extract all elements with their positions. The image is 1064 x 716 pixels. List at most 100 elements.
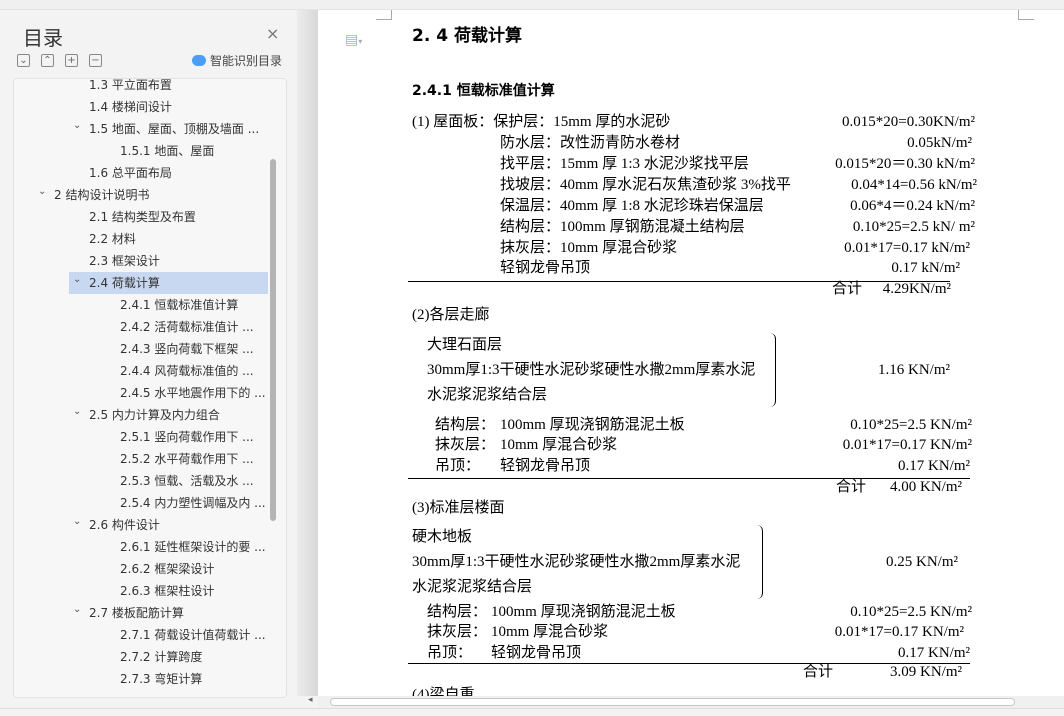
toc-item[interactable]: 2.6 构件设计 [89,514,160,536]
load-value: 0.10*25=2.5 KN/m² [850,604,972,620]
total-value: 3.09 KN/m² [890,664,962,680]
block-line: 水泥浆泥浆结合层 [412,579,533,595]
scroll-left-icon[interactable]: ◂ [308,695,313,705]
load-row-label: 轻钢龙骨吊顶 [500,260,591,276]
load-value: 0.10*25=2.5 kN/ m² [852,219,975,235]
block-line: 30mm厚1:3干硬性水泥砂浆硬性水撒2mm厚素水泥 [412,554,741,570]
expand-all-button[interactable]: ⌄ [17,54,30,67]
load-value: 0.01*17=0.17 KN/m² [834,624,964,640]
load-value: 0.015*20=0.30KN/m² [842,114,975,130]
load-row-label: 抹灰层：10mm 厚混合砂浆 [500,240,678,256]
load-value: 0.015*20＝0.30 kN/m² [835,156,975,172]
chevron-down-icon[interactable]: ⌄ [38,186,46,197]
toc-item[interactable]: 2.1 结构类型及布置 [89,206,196,228]
toc-item[interactable]: 1.4 楼梯间设计 [89,96,172,118]
toc-item[interactable]: 2.5.3 恒载、活载及水 ... [120,470,254,492]
toc-item[interactable]: 2.4.3 竖向荷载下框架 ... [120,338,254,360]
chevron-down-icon[interactable]: ⌄ [73,406,81,417]
total-rule [408,281,950,282]
toc-title: 目录 [23,26,63,50]
panel-splitter[interactable] [297,10,318,696]
total-label: 合计 [832,281,863,297]
horizontal-scroll-thumb[interactable] [330,698,1015,706]
total-rule [408,478,970,479]
load-row-label: 结构层：100mm 厚钢筋混凝土结构层 [500,219,745,235]
remove-item-button[interactable]: − [89,54,102,67]
toc-item[interactable]: 1.5 地面、屋面、顶棚及墙面 ... [89,118,259,140]
load-row-desc: 轻钢龙骨吊顶 [491,645,582,661]
toc-item[interactable]: 2.4.4 风荷载标准值的 ... [120,360,254,382]
total-value: 4.00 KN/m² [890,479,962,495]
section-title: (2)各层走廊 [412,307,490,323]
toc-scrollbar[interactable] [270,159,276,521]
chevron-down-icon[interactable]: ⌄ [73,274,81,285]
load-row-desc: 10mm 厚混合砂浆 [500,437,618,453]
toc-item[interactable]: 2.5.1 竖向荷载作用下 ... [120,426,254,448]
toc-item[interactable]: 2.4 荷载计算 [89,272,160,294]
total-rule [408,663,970,664]
toc-item[interactable]: 2.6.3 框架柱设计 [120,580,214,602]
load-row-label: 结构层： [427,604,488,620]
toc-item[interactable]: 2.4.5 水平地震作用下的 ... [120,382,266,404]
toc-item[interactable]: 2.7.1 荷载设计值荷载计 ... [120,624,266,646]
toc-item[interactable]: 2.6.2 框架梁设计 [120,558,214,580]
toc-item[interactable]: 2.4.1 恒载标准值计算 [120,294,238,316]
paragraph-menu-icon[interactable]: ▤▾ [345,32,362,48]
section-heading: 2. 4 荷载计算 [412,26,522,46]
toc-item[interactable]: 2.5.4 内力塑性调幅及内 ... [120,492,266,514]
section-title: (3)标准层楼面 [412,500,505,516]
toc-item[interactable]: 1.3 平立面布置 [89,79,172,96]
load-row-desc: 100mm 厚现浇钢筋混泥土板 [500,417,685,433]
toc-item[interactable]: 2.7.2 计算跨度 [120,646,202,668]
chevron-down-icon[interactable]: ⌄ [73,604,81,615]
toc-item[interactable]: 2.5 内力计算及内力组合 [89,404,220,426]
brace [768,333,776,407]
toc-item[interactable]: 2.6.1 延性框架设计的要 ... [120,536,266,558]
chevron-down-icon[interactable]: ⌄ [73,120,81,131]
toc-item[interactable]: 2.5.2 水平荷载作用下 ... [120,448,254,470]
collapse-all-button[interactable]: ⌃ [41,54,54,67]
block-line: 水泥浆泥浆结合层 [427,387,548,403]
add-item-button[interactable]: + [65,54,78,67]
document-page: ▤▾ 2. 4 荷载计算 2.4.1 恒载标准值计算 (1) 屋面板：保护层：15m… [318,10,1064,696]
total-label: 合计 [836,479,867,495]
load-value: 0.17 kN/m² [891,260,960,276]
toc-sidebar: 目录 × ⌄ ⌃ + − 智能识别目录 1.3 平立面布置 1.4 楼梯间设计 1.… [0,10,297,706]
block-line: 30mm厚1:3干硬性水泥砂浆硬性水撒2mm厚素水泥 [427,362,756,378]
load-row-label: 找平层：15mm 厚 1:3 水泥沙浆找平层 [500,156,749,172]
toc-item[interactable]: 2.2 材料 [89,228,136,250]
close-icon[interactable]: × [266,24,279,43]
load-row-label: 抹灰层： [427,624,488,640]
load-row-desc: 10mm 厚混合砂浆 [491,624,609,640]
toc-tree: 1.3 平立面布置 1.4 楼梯间设计 1.5 地面、屋面、顶棚及墙面 ... ⌄ 1.… [13,78,287,698]
toc-item[interactable]: 2.7 楼板配筋计算 [89,602,184,624]
toc-item[interactable]: 2.4.2 活荷载标准值计 ... [120,316,254,338]
toc-item[interactable]: 2.3 框架设计 [89,250,160,272]
toc-item[interactable]: 1.5.1 地面、屋面 [120,140,214,162]
horizontal-scrollbar[interactable]: ◂ [308,695,1064,708]
smart-icon [192,55,206,66]
load-value: 0.01*17=0.17 kN/m² [844,240,970,256]
load-row-label: 结构层： [435,417,496,433]
block-value: 1.16 KN/m² [878,362,950,378]
load-value: 0.17 KN/m² [898,645,970,661]
section-title: (4)梁自重 [412,687,475,696]
brace [755,525,763,599]
load-row-label: 保温层：40mm 厚 1:8 水泥珍珠岩保温层 [500,198,764,214]
chevron-down-icon[interactable]: ⌄ [73,516,81,527]
total-label: 合计 [803,664,834,680]
margin-corner [1018,10,1034,20]
block-line: 大理石面层 [427,337,503,353]
load-value: 0.06*4＝0.24 kN/m² [850,198,975,214]
toc-item[interactable]: 1.6 总平面布局 [89,162,172,184]
load-value: 0.10*25=2.5 KN/m² [850,417,972,433]
load-value: 0.17 KN/m² [898,458,970,474]
total-value: 4.29KN/m² [882,281,951,297]
load-row-label: 找坡层：40mm 厚水泥石灰焦渣砂浆 3%找平 [500,177,791,193]
toc-item[interactable]: 2.7.3 弯矩计算 [120,668,202,690]
toc-item[interactable]: 2 结构设计说明书 [54,184,149,206]
smart-recognize-toc-button[interactable]: 智能识别目录 [192,52,282,69]
load-value: 0.01*17=0.17 KN/m² [842,437,972,453]
smart-label: 智能识别目录 [210,54,283,68]
load-row-label: 防水层：改性沥青防水卷材 [500,135,681,151]
